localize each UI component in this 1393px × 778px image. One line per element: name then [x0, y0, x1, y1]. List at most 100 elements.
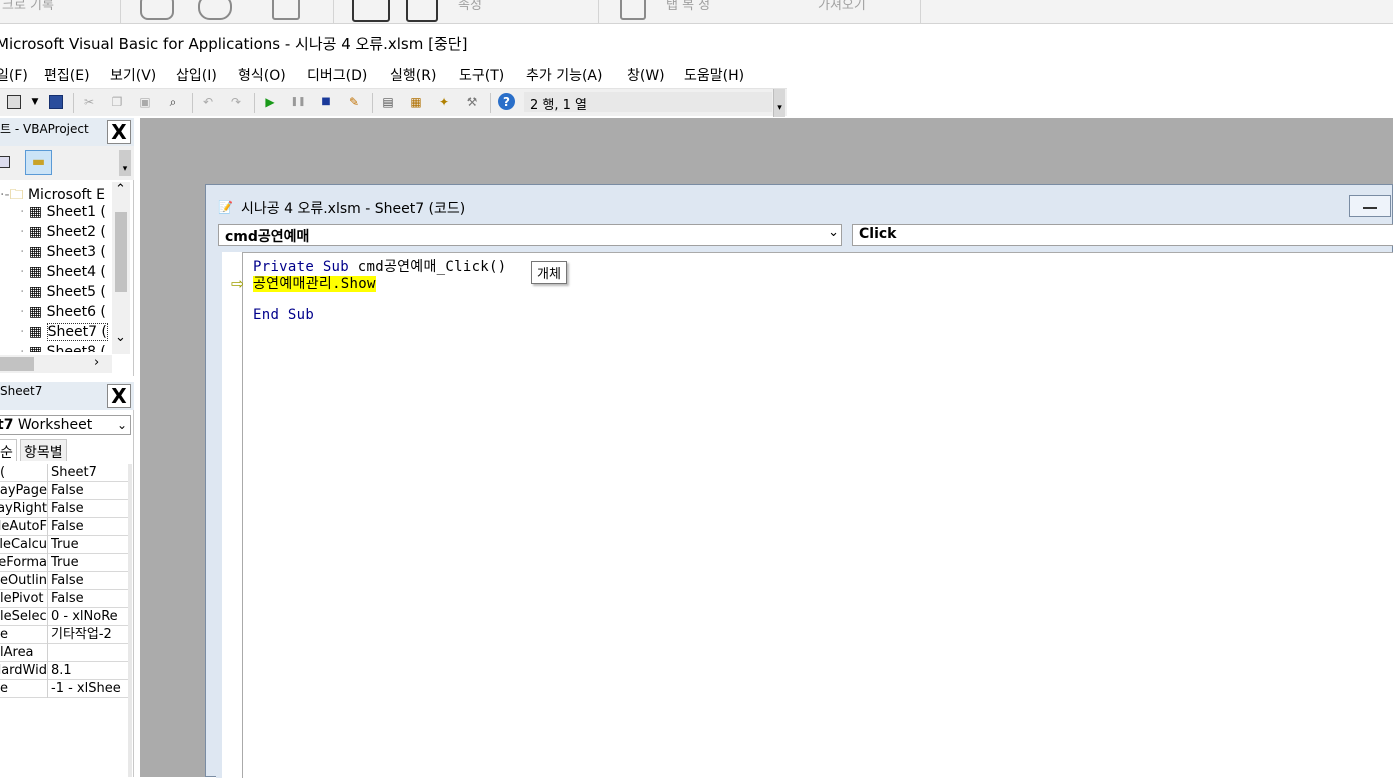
tab-alphabetic[interactable]: 순 [0, 439, 17, 461]
menu-insert[interactable]: 삽입(I) [176, 65, 217, 85]
view-object-icon[interactable] [0, 156, 10, 168]
menu-format[interactable]: 형식(O) [238, 65, 286, 85]
property-value[interactable]: False [51, 572, 128, 589]
source-icon[interactable] [620, 0, 646, 20]
code-editor[interactable]: Private Sub cmd공연예매_Click() 공연예매관리.Show … [243, 252, 1393, 778]
menu-help[interactable]: 도움말(H) [684, 65, 744, 85]
property-row[interactable]: ayPage False [0, 482, 128, 500]
toolbar-options-grip[interactable]: ▾ [773, 89, 785, 117]
insert-controls-icon[interactable] [352, 0, 390, 22]
code-window-icon: 📝 [218, 200, 233, 214]
undo-icon[interactable]: ↶ [201, 95, 215, 109]
properties-title-bar: Sheet7 X [0, 382, 134, 410]
property-row[interactable]: e -1 - xlShee [0, 680, 128, 698]
cut-icon[interactable]: ✂ [82, 95, 96, 109]
tab-categorized[interactable]: 항목별 [20, 439, 67, 461]
properties-label[interactable]: 속성 [458, 0, 482, 13]
minimize-button[interactable] [1349, 195, 1391, 217]
project-tree-horizontal-scrollbar[interactable]: › [0, 355, 112, 373]
menu-debug[interactable]: 디버그(D) [307, 65, 367, 85]
object-browser-icon[interactable]: ✦ [437, 95, 451, 109]
save-icon[interactable] [49, 95, 63, 109]
property-value[interactable]: -1 - xlShee [51, 680, 128, 697]
design-mode-icon[interactable] [406, 0, 438, 22]
com-addin-icon[interactable] [272, 0, 300, 20]
close-properties-button[interactable]: X [107, 384, 131, 408]
property-row[interactable]: leAutoF False [0, 518, 128, 536]
toolbox-icon[interactable]: ⚒ [465, 95, 479, 109]
tree-item-sheet6[interactable]: · ▦ Sheet6 ( [20, 304, 106, 320]
object-combo[interactable]: cmd공연예매 ⌄ [218, 224, 842, 246]
tree-item-sheet4[interactable]: · ▦ Sheet4 ( [20, 264, 106, 280]
procedure-combo[interactable]: Click [852, 224, 1393, 246]
menu-tools[interactable]: 도구(T) [459, 65, 504, 85]
addin-icon[interactable] [140, 0, 174, 20]
project-tree-vertical-scrollbar[interactable]: ⌃ ⌄ [112, 182, 130, 354]
paste-icon[interactable]: ▣ [138, 95, 152, 109]
properties-scrollbar[interactable] [128, 464, 132, 777]
scrollbar-thumb[interactable] [0, 357, 34, 371]
code-line-4[interactable]: End Sub [253, 307, 314, 323]
break-icon[interactable]: ❚❚ [290, 95, 305, 109]
menu-edit[interactable]: 편집(E) [44, 65, 90, 85]
property-row[interactable]: dardWid8.1 [0, 662, 128, 680]
object-selector[interactable]: t7 Worksheet ⌄ [0, 415, 131, 435]
design-mode-icon[interactable]: ✎ [347, 95, 361, 109]
toggle-folders-button[interactable]: ▬ [25, 150, 52, 175]
property-value[interactable]: True [51, 554, 128, 571]
dropdown-icon[interactable]: ▼ [28, 95, 42, 109]
property-value[interactable]: False [51, 500, 128, 517]
tree-item-sheet3[interactable]: · ▦ Sheet3 ( [20, 244, 106, 260]
menu-file[interactable]: 일(F) [0, 65, 28, 85]
close-project-explorer-button[interactable]: X [107, 120, 131, 144]
pane-scroll-grip[interactable]: ▾ [119, 150, 131, 176]
project-explorer-icon[interactable]: ▤ [381, 95, 395, 109]
record-macro-label[interactable]: 크로 기록 [2, 0, 54, 13]
property-value[interactable]: False [51, 518, 128, 535]
tree-item-sheet7[interactable]: · ▦ Sheet7 ( [20, 323, 108, 341]
property-value[interactable]: False [51, 590, 128, 607]
menu-window[interactable]: 창(W) [627, 65, 665, 85]
map-properties-label[interactable]: 탭 복 정 [666, 0, 710, 13]
property-row[interactable]: lePivot False [0, 590, 128, 608]
redo-icon[interactable]: ↷ [229, 95, 243, 109]
scrollbar-thumb[interactable] [115, 212, 127, 292]
copy-icon[interactable]: ❐ [110, 95, 124, 109]
property-row[interactable]: ) Sheet7 [0, 464, 128, 482]
menu-view[interactable]: 보기(V) [110, 65, 156, 85]
tree-item-sheet5[interactable]: · ▦ Sheet5 ( [20, 284, 106, 300]
help-icon[interactable]: ? [498, 93, 515, 110]
scroll-right-icon[interactable]: › [94, 355, 99, 370]
gear-icon[interactable] [198, 0, 232, 20]
property-row[interactable]: leCalcu True [0, 536, 128, 554]
reset-icon[interactable]: ■ [319, 95, 333, 109]
scroll-down-icon[interactable]: ⌄ [115, 330, 126, 345]
property-value[interactable]: Sheet7 [51, 464, 128, 481]
ribbon-divider [920, 0, 921, 23]
view-excel-icon[interactable] [7, 95, 21, 109]
property-row[interactable]: e 기타작업-2 [0, 626, 128, 644]
find-icon[interactable]: ⌕ [166, 95, 180, 109]
code-line-2[interactable]: 공연예매관리.Show [253, 273, 376, 293]
tree-item-sheet1[interactable]: · ▦ Sheet1 ( [20, 204, 106, 220]
code-margin[interactable]: ⇨ [216, 252, 244, 778]
property-row[interactable]: leOutlin False [0, 572, 128, 590]
property-row[interactable]: leSelec 0 - xlNoRe [0, 608, 128, 626]
run-icon[interactable]: ▶ [263, 95, 277, 109]
import-label[interactable]: 가져오기 [818, 0, 866, 13]
menu-run[interactable]: 실행(R) [390, 65, 436, 85]
tree-item-sheet8[interactable]: · ▦ Sheet8 ( [20, 344, 106, 352]
scroll-up-icon[interactable]: ⌃ [115, 182, 126, 197]
menu-addins[interactable]: 추가 기능(A) [526, 65, 602, 85]
tree-item-sheet2[interactable]: · ▦ Sheet2 ( [20, 224, 106, 240]
property-row[interactable]: leFormaTrue [0, 554, 128, 572]
property-value[interactable]: 8.1 [51, 662, 128, 679]
property-row[interactable]: ayRight False [0, 500, 128, 518]
toolbar-separator [73, 93, 74, 113]
property-value[interactable]: 0 - xlNoRe [51, 608, 128, 625]
properties-icon[interactable]: ▦ [409, 95, 423, 109]
property-row[interactable]: lArea [0, 644, 128, 662]
property-value[interactable]: True [51, 536, 128, 553]
property-value[interactable]: False [51, 482, 128, 499]
property-value[interactable]: 기타작업-2 [51, 626, 128, 643]
